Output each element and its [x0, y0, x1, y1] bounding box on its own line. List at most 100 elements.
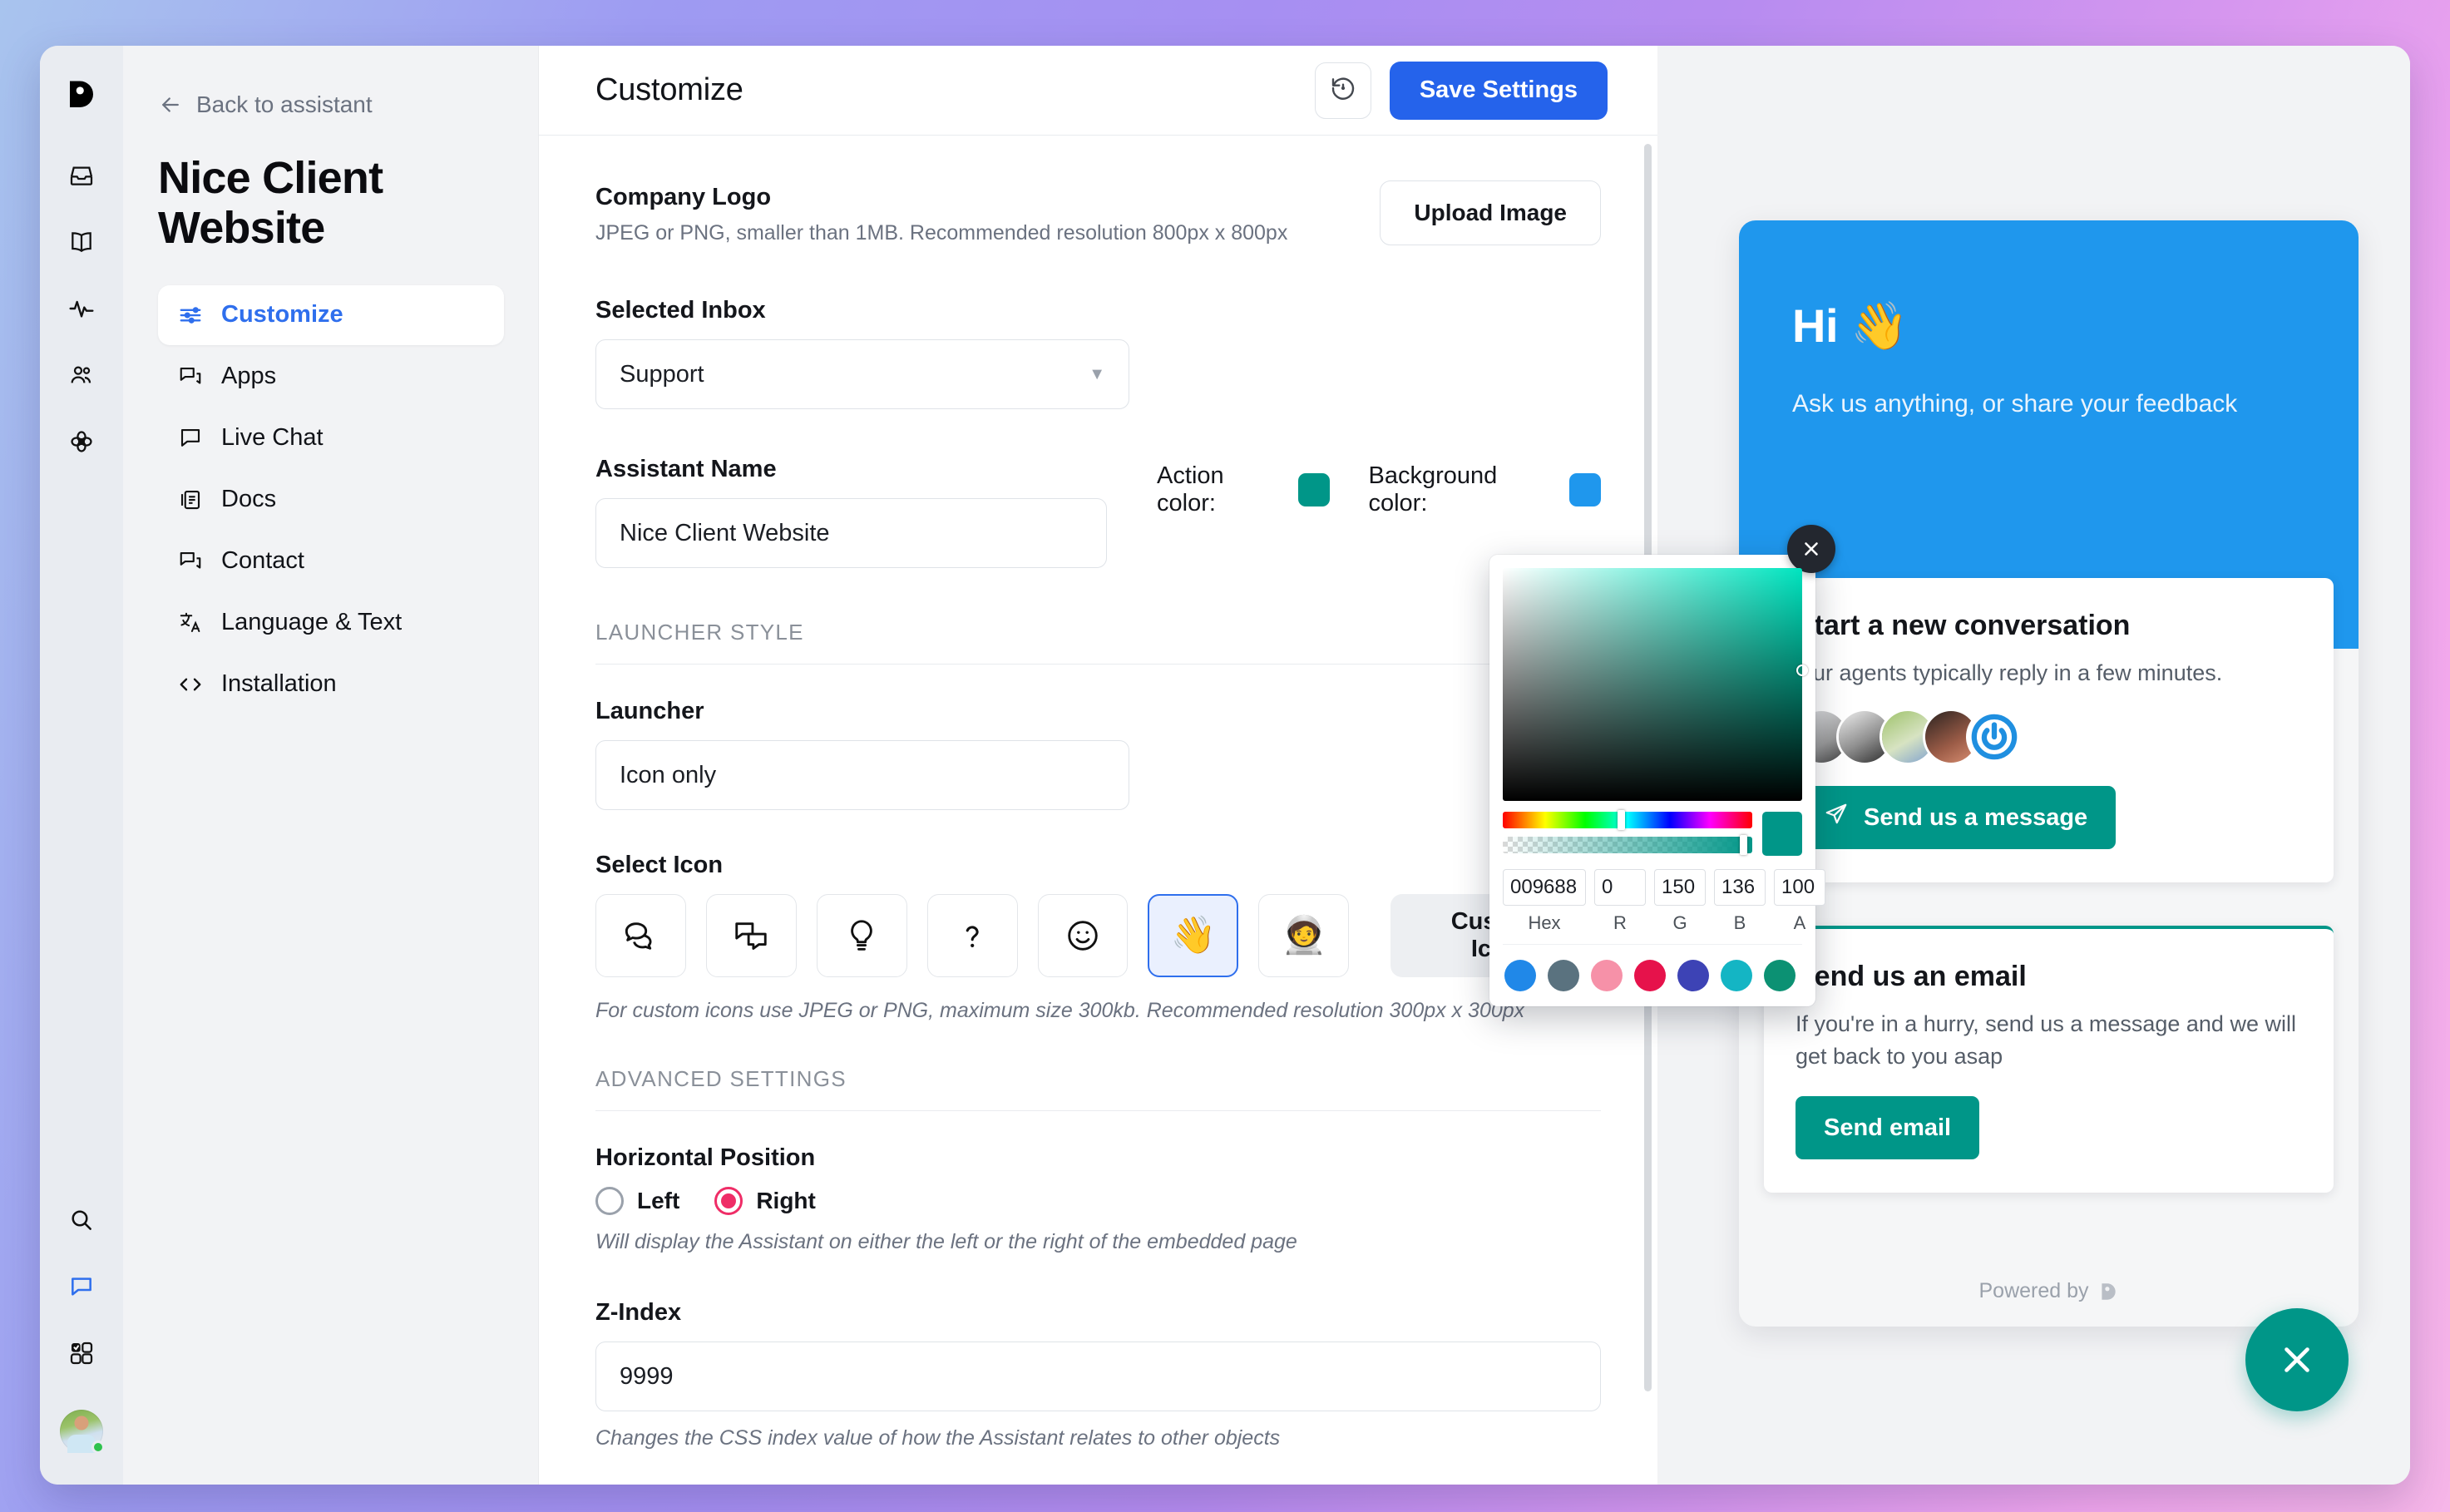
- horizontal-position-label: Horizontal Position: [595, 1144, 816, 1171]
- start-conversation-card: Start a new conversation Our agents typi…: [1764, 578, 2334, 883]
- sliders: [1503, 810, 1752, 855]
- brand-avatar: [1968, 711, 2020, 763]
- send-us-a-message-label: Send us a message: [1864, 803, 2088, 831]
- close-icon: [1805, 542, 1818, 556]
- preset-swatches: [1503, 944, 1802, 1006]
- hue-slider[interactable]: [1503, 810, 1752, 830]
- analytics-icon[interactable]: [58, 285, 105, 332]
- code-icon: [176, 670, 205, 699]
- send-email-button[interactable]: Send email: [1796, 1096, 1980, 1160]
- alpha-thumb[interactable]: [1740, 835, 1747, 855]
- assistant-name-group: Assistant Name Nice Client Website: [595, 456, 1108, 568]
- lightbulb-icon: [851, 920, 873, 951]
- g-input[interactable]: [1654, 869, 1706, 906]
- preset-swatch[interactable]: [1548, 960, 1579, 991]
- apps-grid-icon[interactable]: [58, 1330, 105, 1376]
- icon-tile-speech-bubbles[interactable]: [595, 894, 686, 977]
- selected-inbox-select[interactable]: Support ▼: [595, 339, 1129, 409]
- send-email-card: Send us an email If you're in a hurry, s…: [1764, 926, 2334, 1193]
- slider-row: [1503, 810, 1802, 856]
- book-icon[interactable]: [58, 219, 105, 265]
- integrations-icon[interactable]: [58, 418, 105, 465]
- saturation-thumb[interactable]: [1796, 665, 1808, 676]
- contact-icon: [176, 547, 205, 576]
- hex-input[interactable]: [1503, 869, 1586, 906]
- sidebar-item-live-chat[interactable]: Live Chat: [158, 408, 504, 468]
- inbox-icon[interactable]: [58, 152, 105, 199]
- header-actions: Save Settings: [1314, 61, 1608, 120]
- sidebar-item-docs[interactable]: Docs: [158, 470, 504, 530]
- page-title: Nice Client Website: [158, 153, 383, 254]
- company-logo-hint: JPEG or PNG, smaller than 1MB. Recommend…: [595, 221, 1288, 245]
- question-mark-icon: [966, 926, 979, 947]
- sidebar-item-label: Installation: [221, 670, 337, 698]
- search-icon[interactable]: [58, 1197, 105, 1243]
- selected-inbox-group: Selected Inbox Support ▼: [595, 297, 1129, 409]
- a-input[interactable]: [1774, 869, 1825, 906]
- r-input[interactable]: [1594, 869, 1646, 906]
- icon-tile-emoji-wave[interactable]: 👋: [1148, 894, 1239, 977]
- dixa-logo[interactable]: [63, 77, 100, 114]
- action-color-label: Action color:: [1157, 462, 1224, 516]
- preset-swatch[interactable]: [1634, 960, 1666, 991]
- reset-settings-button[interactable]: [1314, 62, 1371, 119]
- selected-inbox-label: Selected Inbox: [595, 297, 766, 324]
- close-color-picker-button[interactable]: [1787, 525, 1835, 573]
- icon-tile-emoji-astronaut[interactable]: 🧑‍🚀: [1258, 894, 1350, 977]
- upload-image-button[interactable]: Upload Image: [1380, 180, 1601, 245]
- g-field-group: G: [1654, 869, 1706, 934]
- back-to-assistant-link[interactable]: Back to assistant: [158, 91, 504, 118]
- preset-swatch[interactable]: [1677, 960, 1709, 991]
- launcher-group: Launcher Icon only: [595, 698, 1129, 810]
- icon-tile-chat-squares[interactable]: [705, 894, 797, 977]
- background-color-swatch[interactable]: [1568, 473, 1601, 506]
- action-color-swatch[interactable]: [1298, 473, 1331, 506]
- assistant-name-input[interactable]: Nice Client Website: [595, 498, 1108, 568]
- hue-thumb[interactable]: [1618, 810, 1625, 830]
- sidebar-item-customize[interactable]: Customize: [158, 284, 504, 345]
- contacts-icon[interactable]: [58, 352, 105, 398]
- sidebar-item-apps[interactable]: Apps: [158, 347, 504, 407]
- preset-swatch[interactable]: [1504, 960, 1536, 991]
- horizontal-position-hint: Will display the Assistant on either the…: [595, 1230, 1297, 1253]
- z-index-input[interactable]: 9999: [595, 1342, 1601, 1411]
- icon-tile-lightbulb[interactable]: [816, 894, 907, 977]
- primary-rail: [40, 46, 123, 1485]
- radio-left[interactable]: Left: [595, 1187, 679, 1215]
- preset-swatch[interactable]: [1591, 960, 1623, 991]
- app-window: Back to assistant Nice Client Website Cu…: [40, 46, 2410, 1485]
- selected-inbox-value: Support: [620, 360, 704, 388]
- preset-swatch[interactable]: [1721, 960, 1752, 991]
- emoji-wave-icon: 👋: [1170, 915, 1217, 956]
- sidebar-item-contact[interactable]: Contact: [158, 531, 504, 591]
- assistant-name-label: Assistant Name: [595, 456, 777, 482]
- save-settings-button[interactable]: Save Settings: [1389, 61, 1608, 120]
- radio-right[interactable]: Right: [714, 1187, 816, 1215]
- chat-icon[interactable]: [58, 1263, 105, 1310]
- chat-widget-preview: Hi 👋 Ask us anything, or share your feed…: [1739, 220, 2359, 1327]
- assistant-name-row: Assistant Name Nice Client Website Actio…: [595, 456, 1601, 568]
- apps-icon: [176, 363, 205, 391]
- b-input[interactable]: [1714, 869, 1766, 906]
- sidebar-item-label: Contact: [221, 547, 304, 575]
- send-us-a-message-button[interactable]: Send us a message: [1796, 786, 2117, 850]
- sidebar-item-label: Docs: [221, 486, 277, 513]
- sidebar-item-language-text[interactable]: Language & Text: [158, 593, 504, 653]
- user-avatar[interactable]: [60, 1410, 105, 1454]
- docs-icon: [176, 486, 205, 514]
- color-value-fields: Hex R G B A: [1503, 869, 1825, 934]
- icon-tile-smiley[interactable]: [1037, 894, 1129, 977]
- launcher-select[interactable]: Icon only: [595, 740, 1129, 810]
- horizontal-position-group: Horizontal Position Left Right Will disp…: [595, 1144, 1601, 1254]
- icon-tile-question-mark[interactable]: [926, 894, 1018, 977]
- g-caption: G: [1672, 912, 1687, 933]
- hex-caption: Hex: [1528, 912, 1561, 933]
- launcher-close-button[interactable]: [2245, 1308, 2349, 1411]
- alpha-slider[interactable]: [1503, 835, 1752, 855]
- saturation-value-area[interactable]: [1503, 568, 1808, 801]
- z-index-label: Z-Index: [595, 1299, 682, 1326]
- sidebar-item-installation[interactable]: Installation: [158, 655, 504, 714]
- preset-swatch[interactable]: [1764, 960, 1796, 991]
- company-logo-label: Company Logo: [595, 184, 772, 210]
- chevron-down-icon: ▼: [1089, 364, 1105, 383]
